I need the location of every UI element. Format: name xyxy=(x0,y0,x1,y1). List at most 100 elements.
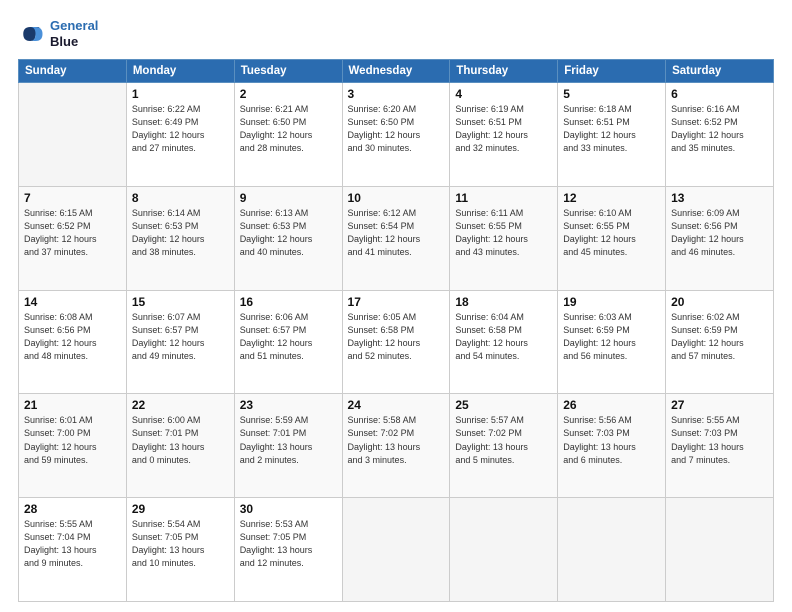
day-info: Sunrise: 6:22 AM Sunset: 6:49 PM Dayligh… xyxy=(132,103,229,155)
day-number: 21 xyxy=(24,398,121,412)
day-number: 10 xyxy=(348,191,445,205)
day-number: 18 xyxy=(455,295,552,309)
calendar-cell: 18 Sunrise: 6:04 AM Sunset: 6:58 PM Dayli… xyxy=(450,290,558,394)
calendar-cell: 19 Sunrise: 6:03 AM Sunset: 6:59 PM Dayli… xyxy=(558,290,666,394)
day-info: Sunrise: 6:19 AM Sunset: 6:51 PM Dayligh… xyxy=(455,103,552,155)
day-number: 12 xyxy=(563,191,660,205)
day-info: Sunrise: 6:18 AM Sunset: 6:51 PM Dayligh… xyxy=(563,103,660,155)
calendar-cell: 15 Sunrise: 6:07 AM Sunset: 6:57 PM Dayli… xyxy=(126,290,234,394)
calendar-cell: 30 Sunrise: 5:53 AM Sunset: 7:05 PM Dayli… xyxy=(234,498,342,602)
calendar-cell: 5Sunrise: 6:18 AM Sunset: 6:51 PM Daylig… xyxy=(558,83,666,187)
day-number: 2 xyxy=(240,87,337,101)
day-number: 14 xyxy=(24,295,121,309)
day-info: Sunrise: 6:11 AM Sunset: 6:55 PM Dayligh… xyxy=(455,207,552,259)
day-info: Sunrise: 5:53 AM Sunset: 7:05 PM Dayligh… xyxy=(240,518,337,570)
calendar-cell: 13 Sunrise: 6:09 AM Sunset: 6:56 PM Dayli… xyxy=(666,186,774,290)
day-info: Sunrise: 5:58 AM Sunset: 7:02 PM Dayligh… xyxy=(348,414,445,466)
day-info: Sunrise: 6:06 AM Sunset: 6:57 PM Dayligh… xyxy=(240,311,337,363)
calendar-header-row: SundayMondayTuesdayWednesdayThursdayFrid… xyxy=(19,60,774,83)
calendar-cell: 1 Sunrise: 6:22 AM Sunset: 6:49 PM Daylig… xyxy=(126,83,234,187)
week-row-4: 21 Sunrise: 6:01 AM Sunset: 7:00 PM Dayli… xyxy=(19,394,774,498)
day-number: 8 xyxy=(132,191,229,205)
day-number: 6 xyxy=(671,87,768,101)
day-info: Sunrise: 5:54 AM Sunset: 7:05 PM Dayligh… xyxy=(132,518,229,570)
calendar-cell: 20Sunrise: 6:02 AM Sunset: 6:59 PM Dayli… xyxy=(666,290,774,394)
page: General Blue SundayMondayTuesdayWednesda… xyxy=(0,0,792,612)
header: General Blue xyxy=(18,18,774,49)
week-row-3: 14Sunrise: 6:08 AM Sunset: 6:56 PM Dayli… xyxy=(19,290,774,394)
day-number: 19 xyxy=(563,295,660,309)
calendar-cell xyxy=(450,498,558,602)
day-info: Sunrise: 6:03 AM Sunset: 6:59 PM Dayligh… xyxy=(563,311,660,363)
day-number: 11 xyxy=(455,191,552,205)
day-info: Sunrise: 6:09 AM Sunset: 6:56 PM Dayligh… xyxy=(671,207,768,259)
day-info: Sunrise: 5:59 AM Sunset: 7:01 PM Dayligh… xyxy=(240,414,337,466)
day-number: 15 xyxy=(132,295,229,309)
calendar-cell xyxy=(558,498,666,602)
calendar-cell: 23 Sunrise: 5:59 AM Sunset: 7:01 PM Dayli… xyxy=(234,394,342,498)
day-number: 27 xyxy=(671,398,768,412)
calendar-cell xyxy=(666,498,774,602)
calendar-cell: 10 Sunrise: 6:12 AM Sunset: 6:54 PM Dayli… xyxy=(342,186,450,290)
day-number: 7 xyxy=(24,191,121,205)
calendar-cell: 2Sunrise: 6:21 AM Sunset: 6:50 PM Daylig… xyxy=(234,83,342,187)
calendar-table: SundayMondayTuesdayWednesdayThursdayFrid… xyxy=(18,59,774,602)
day-info: Sunrise: 6:01 AM Sunset: 7:00 PM Dayligh… xyxy=(24,414,121,466)
day-number: 16 xyxy=(240,295,337,309)
day-info: Sunrise: 5:55 AM Sunset: 7:03 PM Dayligh… xyxy=(671,414,768,466)
day-number: 1 xyxy=(132,87,229,101)
logo-icon xyxy=(18,20,46,48)
day-info: Sunrise: 6:13 AM Sunset: 6:53 PM Dayligh… xyxy=(240,207,337,259)
calendar-cell: 27 Sunrise: 5:55 AM Sunset: 7:03 PM Dayli… xyxy=(666,394,774,498)
column-header-friday: Friday xyxy=(558,60,666,83)
calendar-cell: 25 Sunrise: 5:57 AM Sunset: 7:02 PM Dayli… xyxy=(450,394,558,498)
day-number: 25 xyxy=(455,398,552,412)
day-number: 22 xyxy=(132,398,229,412)
calendar-cell: 3 Sunrise: 6:20 AM Sunset: 6:50 PM Daylig… xyxy=(342,83,450,187)
logo-text: General Blue xyxy=(50,18,98,49)
day-info: Sunrise: 6:00 AM Sunset: 7:01 PM Dayligh… xyxy=(132,414,229,466)
day-info: Sunrise: 6:16 AM Sunset: 6:52 PM Dayligh… xyxy=(671,103,768,155)
calendar-cell: 12 Sunrise: 6:10 AM Sunset: 6:55 PM Dayli… xyxy=(558,186,666,290)
day-info: Sunrise: 6:20 AM Sunset: 6:50 PM Dayligh… xyxy=(348,103,445,155)
calendar-cell: 16 Sunrise: 6:06 AM Sunset: 6:57 PM Dayli… xyxy=(234,290,342,394)
day-number: 23 xyxy=(240,398,337,412)
day-number: 30 xyxy=(240,502,337,516)
day-number: 28 xyxy=(24,502,121,516)
week-row-2: 7 Sunrise: 6:15 AM Sunset: 6:52 PM Daylig… xyxy=(19,186,774,290)
day-info: Sunrise: 6:14 AM Sunset: 6:53 PM Dayligh… xyxy=(132,207,229,259)
day-info: Sunrise: 6:04 AM Sunset: 6:58 PM Dayligh… xyxy=(455,311,552,363)
calendar-cell: 29Sunrise: 5:54 AM Sunset: 7:05 PM Dayli… xyxy=(126,498,234,602)
calendar-cell: 24 Sunrise: 5:58 AM Sunset: 7:02 PM Dayli… xyxy=(342,394,450,498)
column-header-tuesday: Tuesday xyxy=(234,60,342,83)
day-info: Sunrise: 5:56 AM Sunset: 7:03 PM Dayligh… xyxy=(563,414,660,466)
day-number: 4 xyxy=(455,87,552,101)
day-info: Sunrise: 6:05 AM Sunset: 6:58 PM Dayligh… xyxy=(348,311,445,363)
calendar-cell: 26 Sunrise: 5:56 AM Sunset: 7:03 PM Dayli… xyxy=(558,394,666,498)
calendar-cell: 14Sunrise: 6:08 AM Sunset: 6:56 PM Dayli… xyxy=(19,290,127,394)
day-info: Sunrise: 6:12 AM Sunset: 6:54 PM Dayligh… xyxy=(348,207,445,259)
column-header-wednesday: Wednesday xyxy=(342,60,450,83)
column-header-saturday: Saturday xyxy=(666,60,774,83)
column-header-sunday: Sunday xyxy=(19,60,127,83)
calendar-cell: 22 Sunrise: 6:00 AM Sunset: 7:01 PM Dayli… xyxy=(126,394,234,498)
calendar-cell xyxy=(342,498,450,602)
calendar-cell xyxy=(19,83,127,187)
day-info: Sunrise: 6:10 AM Sunset: 6:55 PM Dayligh… xyxy=(563,207,660,259)
day-info: Sunrise: 6:15 AM Sunset: 6:52 PM Dayligh… xyxy=(24,207,121,259)
day-number: 24 xyxy=(348,398,445,412)
calendar-cell: 21 Sunrise: 6:01 AM Sunset: 7:00 PM Dayli… xyxy=(19,394,127,498)
day-number: 9 xyxy=(240,191,337,205)
calendar-cell: 8 Sunrise: 6:14 AM Sunset: 6:53 PM Daylig… xyxy=(126,186,234,290)
day-info: Sunrise: 5:57 AM Sunset: 7:02 PM Dayligh… xyxy=(455,414,552,466)
day-number: 26 xyxy=(563,398,660,412)
day-number: 20 xyxy=(671,295,768,309)
column-header-thursday: Thursday xyxy=(450,60,558,83)
day-info: Sunrise: 6:07 AM Sunset: 6:57 PM Dayligh… xyxy=(132,311,229,363)
day-number: 3 xyxy=(348,87,445,101)
calendar-cell: 11 Sunrise: 6:11 AM Sunset: 6:55 PM Dayli… xyxy=(450,186,558,290)
day-info: Sunrise: 5:55 AM Sunset: 7:04 PM Dayligh… xyxy=(24,518,121,570)
day-number: 13 xyxy=(671,191,768,205)
calendar-cell: 17 Sunrise: 6:05 AM Sunset: 6:58 PM Dayli… xyxy=(342,290,450,394)
day-number: 17 xyxy=(348,295,445,309)
